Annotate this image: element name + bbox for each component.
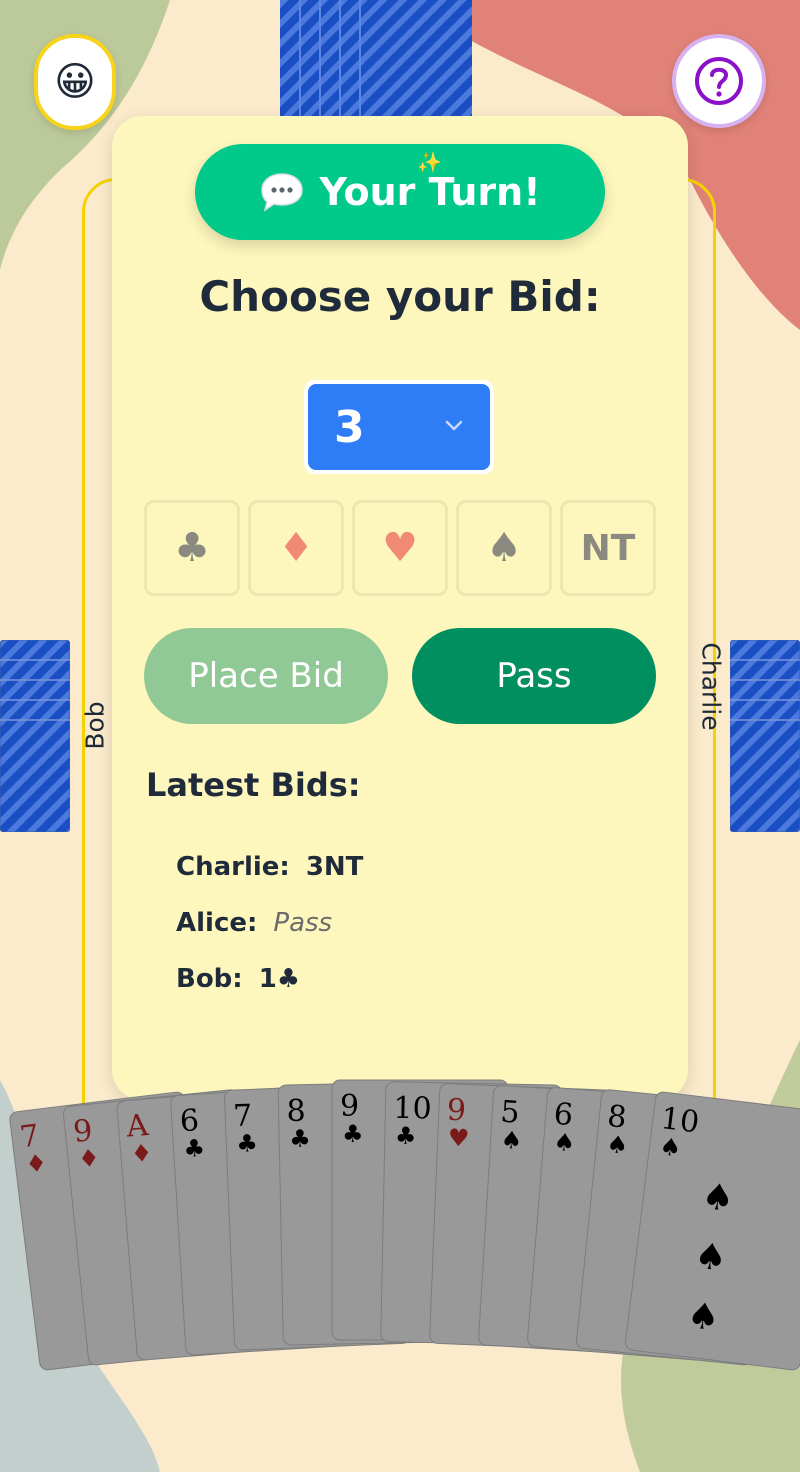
card-suit-corner: ♥ <box>447 1124 470 1153</box>
grinning-face-icon: 😀 <box>54 59 96 105</box>
player-name-right: Charlie <box>696 642 726 731</box>
suit-button-hearts[interactable]: ♥ <box>352 500 448 596</box>
suit-button-diamonds[interactable]: ♦ <box>248 500 344 596</box>
hearts-icon: ♥ <box>382 525 418 571</box>
card-suit-corner: ♣ <box>183 1134 206 1163</box>
diamonds-icon: ♦ <box>278 525 314 571</box>
suit-selector: ♣ ♦ ♥ ♠ NT <box>144 500 656 596</box>
speech-bubble-icon <box>261 173 304 212</box>
card-suit-corner: ♠ <box>500 1126 523 1155</box>
help-button[interactable] <box>672 34 766 128</box>
latest-bid-row: Charlie: 3NT <box>176 852 363 882</box>
card-suit-corner: ♠ <box>605 1130 629 1160</box>
card-suit-corner: ♣ <box>395 1122 417 1150</box>
place-bid-button[interactable]: Place Bid <box>144 628 388 724</box>
card-suit-corner: ♦ <box>24 1149 49 1179</box>
card-suit-corner: ♠ <box>553 1128 577 1158</box>
your-turn-banner: Your Turn! ✨ <box>195 144 605 240</box>
card-suit-corner: ♣ <box>342 1120 364 1148</box>
bidding-panel: Your Turn! ✨ Choose your Bid: 3 ♣ ♦ ♥ ♠ … <box>112 116 688 1100</box>
card-suit-corner: ♣ <box>289 1125 311 1153</box>
chevron-down-icon <box>445 420 463 431</box>
card-pip: ♠ <box>699 1176 736 1221</box>
bid-level-value: 3 <box>334 401 365 453</box>
spades-icon: ♠ <box>486 525 522 571</box>
card-rank: 9 <box>340 1089 359 1124</box>
sparkle-icon: ✨ <box>417 150 442 174</box>
left-opponent-cards <box>0 640 70 832</box>
card-pip: ♠ <box>692 1235 729 1280</box>
latest-bid-row: Bob: 1♣ <box>176 964 300 994</box>
card-suit-corner: ♣ <box>236 1129 259 1158</box>
question-mark-icon <box>695 57 743 105</box>
clubs-icon: ♣ <box>174 525 210 571</box>
emoji-button[interactable]: 😀 <box>34 34 116 130</box>
latest-bid-player: Bob: <box>176 964 243 994</box>
latest-bid-value: Pass <box>273 908 333 938</box>
right-opponent-cards <box>730 640 800 832</box>
suit-button-no-trump[interactable]: NT <box>560 500 656 596</box>
latest-bid-value: 1♣ <box>258 964 301 994</box>
card-pip: ♠ <box>685 1295 722 1340</box>
latest-bid-player: Charlie: <box>176 852 290 882</box>
pass-button[interactable]: Pass <box>412 628 656 724</box>
card-suit-corner: ♦ <box>77 1144 101 1174</box>
latest-bid-row: Alice: Pass <box>176 908 332 938</box>
no-trump-label: NT <box>580 527 636 569</box>
card-suit-corner: ♦ <box>130 1139 154 1169</box>
hand-card[interactable]: 10♠♠♠♠ <box>625 1091 800 1371</box>
suit-button-spades[interactable]: ♠ <box>456 500 552 596</box>
player-hand: 7♦♦♦♦9♦♦♦♦A♦♦♦♦6♣♣♣♣7♣♣♣♣8♣♣♣♣9♣♣♣♣10♣♣♣… <box>9 1079 800 1371</box>
suit-button-clubs[interactable]: ♣ <box>144 500 240 596</box>
bid-level-select[interactable]: 3 <box>304 380 494 474</box>
turn-banner-text: Your Turn! <box>319 170 541 214</box>
latest-bid-player: Alice: <box>176 908 258 938</box>
top-opponent-cards <box>280 0 472 118</box>
latest-bids-title: Latest Bids: <box>146 766 361 804</box>
card-suit-corner: ♠ <box>658 1132 683 1162</box>
latest-bid-value: 3NT <box>305 852 364 882</box>
bid-title: Choose your Bid: <box>199 272 601 321</box>
player-name-left: Bob <box>80 701 110 750</box>
